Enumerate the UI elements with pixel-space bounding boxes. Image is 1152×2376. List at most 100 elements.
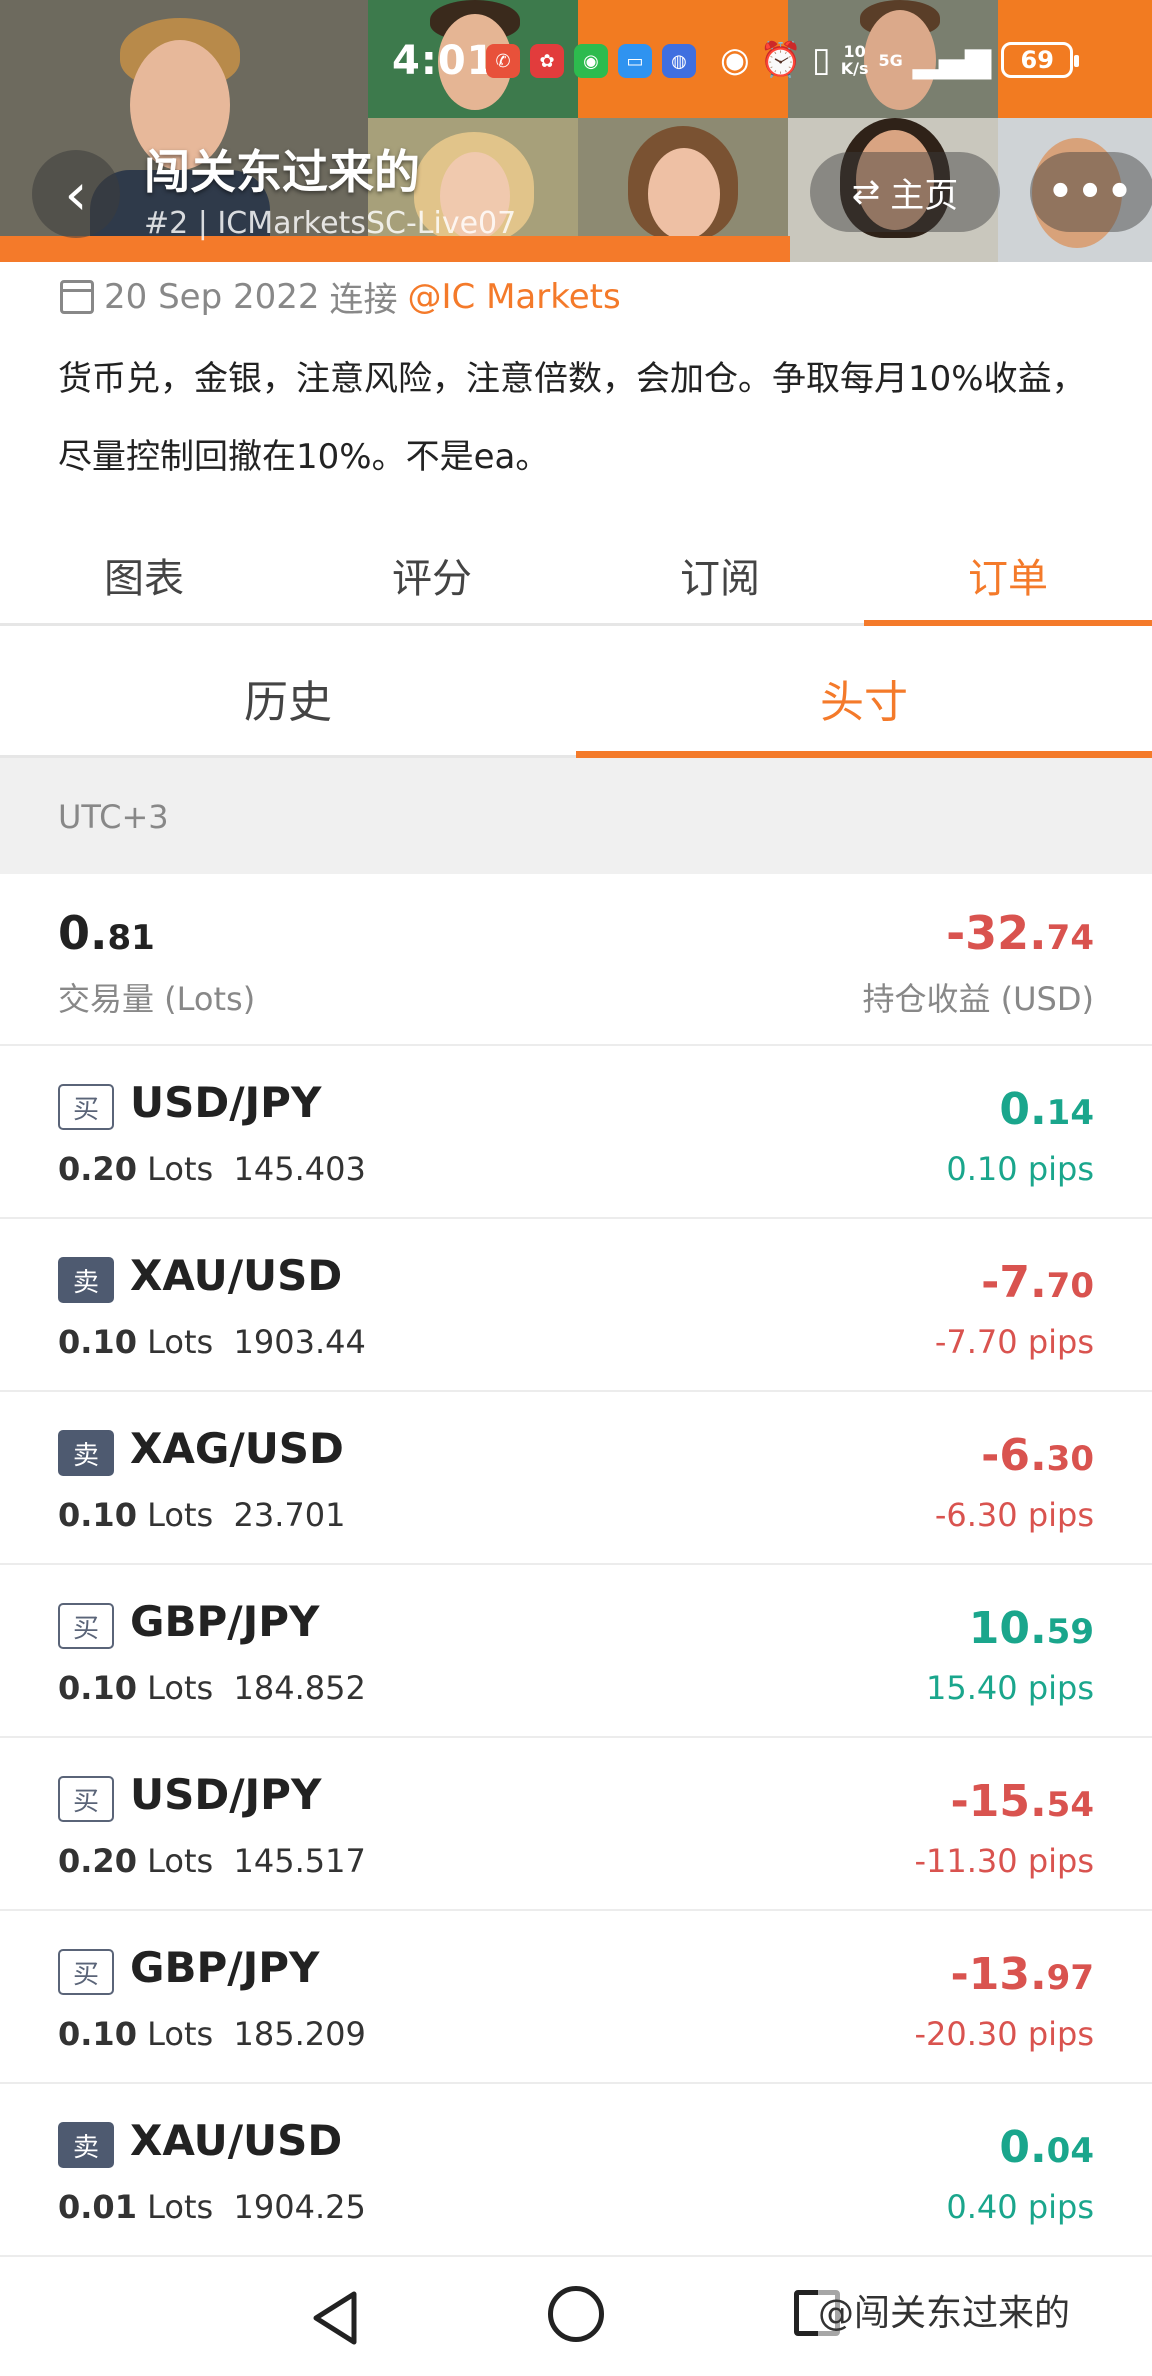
side-badge: 卖: [58, 2122, 114, 2168]
app-icon: ◍: [662, 44, 696, 78]
position-row[interactable]: 卖 XAG/USD 0.10 Lots 23.701 -6.30 -6.30 p…: [0, 1392, 1152, 1565]
position-pnl-frac: 59: [1046, 1612, 1094, 1652]
position-lots: 0.10: [58, 2015, 137, 2053]
side-badge: 买: [58, 1603, 114, 1649]
position-lots-unit: Lots: [147, 1150, 214, 1188]
position-lots-line: 0.20 Lots 145.517: [58, 1842, 366, 1880]
position-row[interactable]: 买 USD/JPY 0.20 Lots 145.517 -15.54 -11.3…: [0, 1738, 1152, 1911]
tab-subscribe[interactable]: 订阅: [576, 520, 864, 623]
position-pnl: -13.97: [950, 1949, 1094, 2000]
position-row[interactable]: 卖 XAU/USD 0.10 Lots 1903.44 -7.70 -7.70 …: [0, 1219, 1152, 1392]
profile-banner: 4:01 ✆ ✿ ◉ ▭ ◍ ◉ ⏰ ▯ 10 K/s 5G ▂▄▆ 69 ‹ …: [0, 0, 1152, 262]
position-symbol: XAU/USD: [130, 2116, 343, 2165]
eye-comfort-icon: ◉: [720, 40, 750, 80]
watermark: @闯关东过来的: [818, 2284, 1071, 2336]
position-pnl-frac: 14: [1046, 1093, 1094, 1133]
position-price: 145.517: [233, 1842, 366, 1880]
position-lots: 0.10: [58, 1323, 137, 1361]
side-badge: 卖: [58, 1430, 114, 1476]
swap-icon: ⇄: [851, 172, 881, 212]
position-pips: 15.40 pips: [926, 1669, 1094, 1707]
position-lots: 0.10: [58, 1669, 137, 1707]
position-pips: 0.40 pips: [946, 2188, 1094, 2226]
position-pnl: 0.04: [999, 2122, 1094, 2173]
triangle-back-icon: [313, 2291, 357, 2345]
wechat-icon: ◉: [574, 44, 608, 78]
home-button-label: 主页: [890, 175, 959, 216]
connect-date: 20 Sep 2022: [104, 276, 320, 317]
position-lots: 0.20: [58, 1150, 137, 1188]
huawei-app-icon: ✿: [530, 44, 564, 78]
positions-list: 买 USD/JPY 0.20 Lots 145.403 0.14 0.10 pi…: [0, 1046, 1152, 2257]
position-pnl-whole: -13.: [950, 1949, 1047, 2000]
home-button[interactable]: ⇄ 主页: [810, 152, 1000, 232]
position-pnl: 10.59: [969, 1603, 1094, 1654]
position-lots-unit: Lots: [147, 1842, 214, 1880]
tab-orders[interactable]: 订单: [864, 520, 1152, 626]
position-pips: 0.10 pips: [946, 1150, 1094, 1188]
position-price: 23.701: [233, 1496, 346, 1534]
position-pnl-whole: 0.: [999, 2122, 1047, 2173]
position-price: 1904.25: [233, 2188, 366, 2226]
position-lots-unit: Lots: [147, 2188, 214, 2226]
signal-icon: ▂▄▆: [912, 40, 992, 80]
missed-call-icon: ✆: [486, 44, 520, 78]
position-lots-unit: Lots: [147, 2015, 214, 2053]
profile-name: 闯关东过来的: [144, 145, 420, 199]
total-pnl-whole: -32.: [946, 906, 1047, 960]
position-row[interactable]: 买 USD/JPY 0.20 Lots 145.403 0.14 0.10 pi…: [0, 1046, 1152, 1219]
nav-home-button[interactable]: [548, 2286, 604, 2342]
tab-chart[interactable]: 图表: [0, 520, 288, 623]
position-price: 1903.44: [233, 1323, 366, 1361]
position-pnl-whole: 10.: [968, 1603, 1047, 1654]
notification-icons: ✆ ✿ ◉ ▭ ◍: [486, 44, 696, 78]
back-button[interactable]: ‹: [32, 150, 120, 238]
account-id: #2 | ICMarketsSC-Live07: [144, 206, 517, 241]
total-pnl: -32.74: [946, 906, 1094, 960]
position-pnl: -6.30: [981, 1430, 1094, 1481]
position-symbol: USD/JPY: [130, 1770, 322, 1819]
position-lots-unit: Lots: [147, 1323, 214, 1361]
position-pnl-frac: 30: [1046, 1439, 1094, 1479]
system-nav-bar: @闯关东过来的: [0, 2258, 1152, 2376]
position-pnl-whole: -15.: [950, 1776, 1047, 1827]
order-subtabs: 历史 头寸: [0, 626, 1152, 758]
position-pips: -6.30 pips: [934, 1496, 1094, 1534]
position-lots-line: 0.20 Lots 145.403: [58, 1150, 366, 1188]
main-tabs: 图表 评分 订阅 订单: [0, 520, 1152, 626]
connect-label: 连接: [329, 280, 398, 320]
position-pnl: 0.14: [999, 1084, 1094, 1135]
vibrate-icon: ▯: [812, 40, 831, 80]
position-symbol: XAG/USD: [130, 1424, 344, 1473]
position-row[interactable]: 买 GBP/JPY 0.10 Lots 185.209 -13.97 -20.3…: [0, 1911, 1152, 2084]
alarm-icon: ⏰: [759, 40, 803, 80]
position-pips: -11.30 pips: [914, 1842, 1094, 1880]
position-pips: -20.30 pips: [914, 2015, 1094, 2053]
strategy-description: 货币兑，金银，注意风险，注意倍数，会加仓。争取每月10%收益，尽量控制回撤在10…: [58, 359, 1086, 477]
position-row[interactable]: 买 GBP/JPY 0.10 Lots 184.852 10.59 15.40 …: [0, 1565, 1152, 1738]
position-symbol: USD/JPY: [130, 1078, 322, 1127]
system-status-icons: ◉ ⏰ ▯ 10 K/s 5G ▂▄▆ 69: [720, 40, 1080, 80]
nav-back-button[interactable]: [310, 2290, 362, 2350]
position-lots: 0.20: [58, 1842, 137, 1880]
position-pnl-frac: 04: [1046, 2131, 1094, 2171]
position-lots-line: 0.10 Lots 23.701: [58, 1496, 346, 1534]
subtab-history[interactable]: 历史: [0, 626, 576, 755]
network-speed-unit: K/s: [840, 59, 869, 78]
position-lots-line: 0.10 Lots 1903.44: [58, 1323, 366, 1361]
total-lots-label: 交易量 (Lots): [58, 980, 256, 1018]
position-pnl-whole: 0.: [999, 1084, 1047, 1135]
status-time: 4:01: [392, 38, 496, 84]
subtab-positions[interactable]: 头寸: [576, 626, 1152, 758]
position-symbol: GBP/JPY: [130, 1943, 320, 1992]
broker-link[interactable]: @IC Markets: [408, 277, 621, 317]
position-pnl: -7.70: [981, 1257, 1094, 1308]
positions-summary: 0.81 交易量 (Lots) -32.74 持仓收益 (USD): [0, 874, 1152, 1046]
more-button[interactable]: •••: [1030, 152, 1152, 232]
position-pnl-whole: -6.: [981, 1430, 1047, 1481]
position-row[interactable]: 卖 XAU/USD 0.01 Lots 1904.25 0.04 0.40 pi…: [0, 2084, 1152, 2257]
tab-rating[interactable]: 评分: [288, 520, 576, 623]
total-lots: 0.81: [58, 906, 155, 960]
position-pips: -7.70 pips: [934, 1323, 1094, 1361]
banner-photo-7: [578, 118, 788, 240]
